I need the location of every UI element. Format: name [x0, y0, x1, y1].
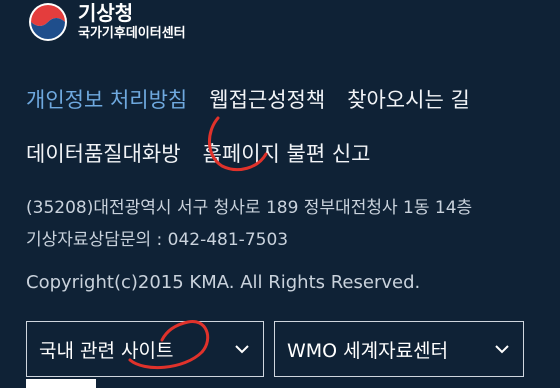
related-sites-selects: 국내 관련 사이트 WMO 세계자료센터	[26, 321, 524, 377]
data-quality-chat-link[interactable]: 데이터품질대화방	[26, 138, 181, 168]
domestic-sites-select[interactable]: 국내 관련 사이트	[26, 321, 264, 377]
site-logo[interactable]: 기상청 국가기후데이터센터	[26, 0, 186, 44]
org-subtitle: 국가기후데이터센터	[78, 26, 186, 42]
footer-nav: 개인정보 처리방침 웹접근성정책 찾아오시는 길 데이터품질대화방 홈페이지 불…	[26, 78, 470, 174]
wmo-centers-select-label: WMO 세계자료센터	[287, 339, 449, 362]
kma-emblem-icon	[26, 0, 70, 44]
wmo-centers-select[interactable]: WMO 세계자료센터	[274, 321, 524, 377]
copyright-text: Copyright(c)2015 KMA. All Rights Reserve…	[26, 272, 421, 293]
contact-text: 기상자료상담문의 : 042-481-7503	[26, 230, 289, 250]
address-block: (35208)대전광역시 서구 청사로 189 정부대전청사 1동 14층 기상…	[26, 192, 472, 256]
privacy-policy-link[interactable]: 개인정보 처리방침	[26, 84, 187, 114]
website-complaint-link[interactable]: 홈페이지 불편 신고	[203, 138, 371, 168]
chevron-down-icon	[495, 345, 509, 354]
address-text: (35208)대전광역시 서구 청사로 189 정부대전청사 1동 14층	[26, 198, 473, 218]
bottom-strip	[26, 379, 96, 388]
org-name: 기상청	[78, 1, 134, 26]
accessibility-policy-link[interactable]: 웹접근성정책	[209, 84, 325, 114]
domestic-sites-select-label: 국내 관련 사이트	[39, 339, 174, 362]
directions-link[interactable]: 찾아오시는 길	[347, 84, 470, 114]
chevron-down-icon	[235, 345, 249, 354]
